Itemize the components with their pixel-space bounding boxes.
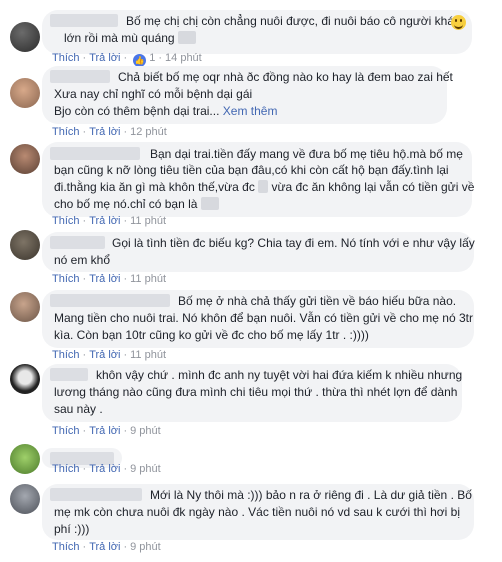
comment-text-line: bạn cũng k nỡ lòng tiêu tiền của bạn đâu… [54,163,449,177]
reply-button[interactable]: Trả lời [89,463,120,475]
commenter-name-redacted[interactable] [50,368,88,381]
comment: Bố mẹ chị chị còn chẳng nuôi được, đi nu… [0,0,502,70]
comment-text-line: phí :))) [54,522,90,536]
comment-bubble: Chả biết bố mẹ oqr nhà ðc đồng nào ko ha… [42,66,453,124]
avatar[interactable] [10,230,40,260]
comment: Chả biết bố mẹ oqr nhà ðc đồng nào ko ha… [0,62,502,140]
comment-actions: Thích · Trả lời · 9 phút [52,425,161,437]
comment-actions: Thích · Trả lời · 9 phút [52,541,161,553]
comment-text-line: Chả biết bố mẹ oqr nhà ðc đồng nào ko ha… [118,70,453,84]
comment-actions: Thích · Trả lời · 12 phút [52,126,167,138]
commenter-name-redacted[interactable] [50,488,142,501]
avatar[interactable] [10,22,40,52]
comment: Bạn dại trai.tiền đấy mang về đưa bố mẹ … [0,140,502,235]
reply-button[interactable]: Trả lời [89,273,120,285]
comment-text-line: Mang tiền cho nuôi trai. Nó khôn để bạn … [54,311,473,325]
comment-bubble: khôn vậy chứ . mình đc anh ny tuyệt vời … [42,364,462,422]
avatar[interactable] [10,484,40,514]
comment-text-line: Bố mẹ chị chị còn chẳng nuôi được, đi nu… [126,14,460,28]
like-button[interactable]: Thích [52,541,80,553]
smiling-face-icon [451,15,466,30]
like-button[interactable]: Thích [52,215,80,227]
see-more-link[interactable]: Xem thêm [223,104,278,118]
timestamp[interactable]: 12 phút [130,126,167,138]
comment-text-line: Bạn dại trai.tiền đấy mang về đưa bố mẹ … [150,147,463,161]
commenter-name-redacted[interactable] [50,70,110,83]
comment-text-line: Mới là Ny thôi mà :))) bảo n ra ở riêng … [150,488,472,502]
comment-bubble: Mới là Ny thôi mà :))) bảo n ra ở riêng … [42,484,474,540]
timestamp[interactable]: 9 phút [130,425,161,437]
comment-actions: Thích · Trả lời · 11 phút [52,273,166,285]
comment: Mới là Ny thôi mà :))) bảo n ra ở riêng … [0,482,502,562]
comment-text-line: Bjo còn có thêm bệnh dại trai... [54,104,220,118]
comment-actions: Thích · Trả lời · 11 phút [52,215,166,227]
reply-button[interactable]: Trả lời [89,126,120,138]
comment-bubble: Bạn dại trai.tiền đấy mang về đưa bố mẹ … [42,142,475,217]
comment-text-line: đi.thằng kia ăn gì mà khôn thế,vừa đc [54,180,255,194]
comment-text-line: khôn vậy chứ . mình đc anh ny tuyệt vời … [96,368,463,382]
like-button[interactable]: Thích [52,463,80,475]
comment-actions: Thích · Trả lời · 11 phút [52,349,166,361]
redacted-text [200,197,219,210]
comment: Gọi là tình tiền đc biếu kg? Chia tay đi… [0,228,502,290]
avatar[interactable] [10,364,40,394]
timestamp[interactable]: 11 phút [130,215,166,227]
commenter-name-redacted[interactable] [50,14,118,27]
comment-text-line: Xưa nay chỉ nghĩ có mỗi bệnh dại gái [54,87,253,101]
comment-text-line: mẹ mk còn chưa nuôi đk ngày nào . Vác ti… [54,505,461,519]
comment-bubble: Bố mẹ chị chị còn chẳng nuôi được, đi nu… [42,10,472,54]
commenter-name-redacted[interactable] [50,236,105,249]
comment-text-line: Gọi là tình tiền đc biếu kg? Chia tay đi… [112,236,475,250]
like-button[interactable]: Thích [52,349,80,361]
timestamp[interactable]: 11 phút [130,349,166,361]
avatar[interactable] [10,444,40,474]
comment-text-line: cho bố mẹ nó.chỉ có bạn là [54,197,198,211]
comment-text-line: vừa đc ăn không lại vẫn có tiền gửi về [271,180,475,194]
comment: Bố mẹ ở nhà chả thấy gửi tiền về báo hiế… [0,288,502,366]
reply-button[interactable]: Trả lời [89,349,120,361]
comment-text-line: lương tháng nào cũng đưa mình chi tiêu m… [54,385,458,399]
like-button[interactable]: Thích [52,126,80,138]
comment-text-line: sau này . [54,402,103,416]
comment-text-line: Bố mẹ ở nhà chả thấy gửi tiền về báo hiế… [178,294,457,308]
comment-text-line: nó em khổ [54,253,111,267]
like-button[interactable]: Thích [52,273,80,285]
avatar[interactable] [10,144,40,174]
comment-text-line: lớn rồi mà mù quáng [64,31,175,45]
comment-actions: Thích · Trả lời · 9 phút [52,463,161,475]
reply-button[interactable]: Trả lời [89,425,120,437]
reply-button[interactable]: Trả lời [89,215,120,227]
commenter-name-redacted[interactable] [50,147,140,160]
avatar[interactable] [10,292,40,322]
commenter-name-redacted[interactable] [50,294,170,307]
timestamp[interactable]: 9 phút [130,541,161,553]
reply-button[interactable]: Trả lời [89,541,120,553]
avatar[interactable] [10,78,40,108]
comment-bubble: Gọi là tình tiền đc biếu kg? Chia tay đi… [42,232,475,272]
redacted-text [258,180,269,193]
timestamp[interactable]: 11 phút [130,273,166,285]
comment: khôn vậy chứ . mình đc anh ny tuyệt vời … [0,362,502,440]
comment: Thích · Trả lời · 9 phút [0,440,502,480]
comment-text-line: kìa. Còn bạn 10tr cũng ko gửi về đc cho … [54,328,369,342]
redacted-text [177,31,196,44]
comment-thread: Bố mẹ chị chị còn chẳng nuôi được, đi nu… [0,0,502,562]
comment-bubble: Bố mẹ ở nhà chả thấy gửi tiền về báo hiế… [42,290,474,348]
timestamp[interactable]: 9 phút [130,463,161,475]
like-button[interactable]: Thích [52,425,80,437]
